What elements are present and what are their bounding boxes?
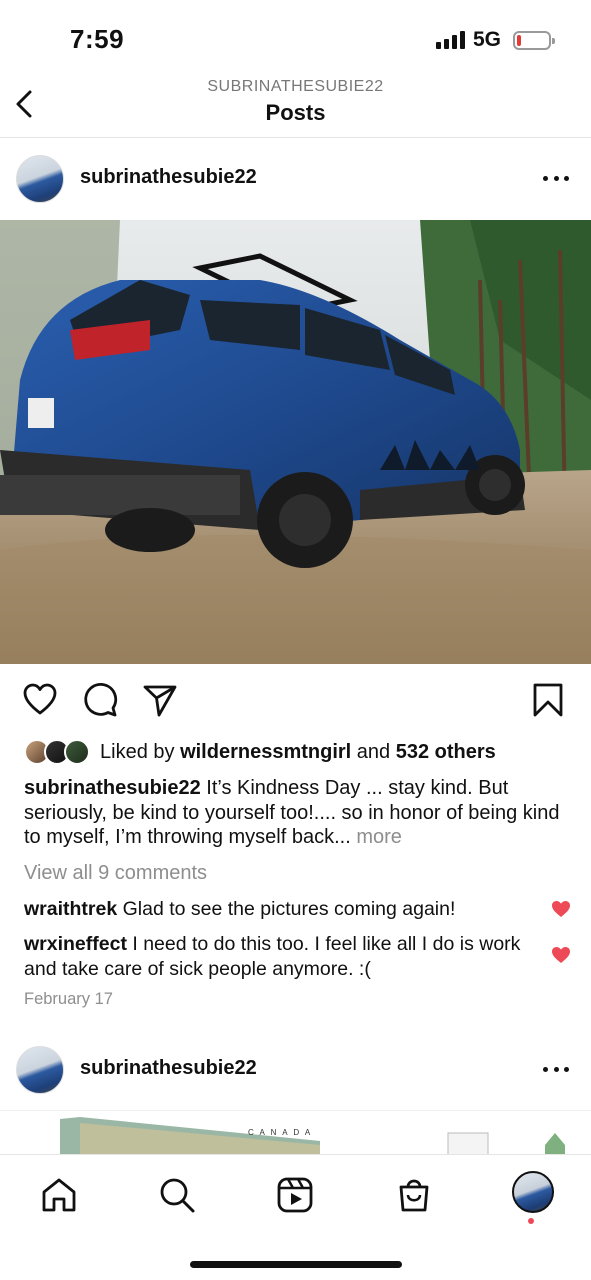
post-username[interactable]: subrinathesubie22 <box>80 166 257 189</box>
shopping-bag-icon <box>399 1179 429 1212</box>
network-label: 5G <box>472 28 501 51</box>
tab-reels[interactable] <box>275 1175 315 1215</box>
tab-profile[interactable] <box>512 1171 554 1213</box>
search-icon <box>160 1178 195 1213</box>
notification-dot <box>528 1218 534 1224</box>
caption-more-link[interactable]: more <box>351 826 402 848</box>
bookmark-icon <box>533 683 563 717</box>
avatar[interactable] <box>16 155 64 203</box>
avatar[interactable] <box>16 1046 64 1094</box>
comment-username[interactable]: wrxineffect <box>24 933 127 955</box>
comment-username[interactable]: wraithtrek <box>24 898 117 920</box>
save-button[interactable] <box>530 682 566 718</box>
comment-item: wrxineffect I need to do this too. I fee… <box>24 932 524 981</box>
post-photo[interactable]: C A N A D A <box>0 1110 591 1154</box>
nav-header: SUBRINATHESUBIE22 Posts <box>0 70 591 138</box>
send-icon <box>143 685 177 717</box>
post-header: subrinathesubie22 <box>0 1030 591 1110</box>
heart-icon <box>23 683 57 715</box>
tab-search[interactable] <box>157 1175 197 1215</box>
more-options-button[interactable] <box>543 165 569 191</box>
view-all-comments-link[interactable]: View all 9 comments <box>24 862 207 885</box>
more-options-button[interactable] <box>543 1056 569 1082</box>
like-button[interactable] <box>22 682 58 718</box>
post-caption: subrinathesubie22 It’s Kindness Day ... … <box>24 776 564 850</box>
likes-text: Liked by wildernessmtngirl and 532 other… <box>100 740 496 763</box>
battery-icon <box>513 30 555 50</box>
profile-username-label: SUBRINATHESUBIE22 <box>207 78 384 95</box>
tab-shop[interactable] <box>394 1175 434 1215</box>
comment-item: wraithtrek Glad to see the pictures comi… <box>24 897 524 922</box>
signal-icon <box>435 31 465 49</box>
comment-icon <box>84 683 118 717</box>
map-label: C A N A D A <box>248 1128 312 1137</box>
home-indicator <box>190 1261 402 1268</box>
post-username[interactable]: subrinathesubie22 <box>80 1057 257 1080</box>
post-actions <box>0 664 591 734</box>
likes-count[interactable]: 532 others <box>396 741 496 763</box>
share-button[interactable] <box>142 682 178 718</box>
map-image: C A N A D A <box>0 1111 591 1154</box>
post-date: February 17 <box>24 990 113 1008</box>
home-icon <box>42 1178 76 1212</box>
liker-avatars <box>24 739 94 765</box>
heart-icon[interactable] <box>551 946 571 964</box>
comment-text: Glad to see the pictures coming again! <box>117 898 456 920</box>
status-bar: 7:59 5G <box>0 0 591 70</box>
status-indicators: 5G <box>435 28 555 52</box>
comment-button[interactable] <box>82 682 118 718</box>
liker-username[interactable]: wildernessmtngirl <box>180 741 351 763</box>
nav-titles: SUBRINATHESUBIE22 Posts <box>0 78 591 126</box>
reels-icon <box>277 1177 313 1213</box>
post-photo[interactable] <box>0 220 591 664</box>
page-title: Posts <box>265 100 326 125</box>
heart-icon[interactable] <box>551 900 571 918</box>
subaru-photo <box>0 220 591 664</box>
caption-username[interactable]: subrinathesubie22 <box>24 777 201 799</box>
tab-home[interactable] <box>39 1175 79 1215</box>
bottom-tab-bar <box>0 1154 591 1280</box>
likes-row[interactable]: Liked by wildernessmtngirl and 532 other… <box>24 736 496 768</box>
status-time: 7:59 <box>70 24 125 54</box>
post-header: subrinathesubie22 <box>0 139 591 219</box>
